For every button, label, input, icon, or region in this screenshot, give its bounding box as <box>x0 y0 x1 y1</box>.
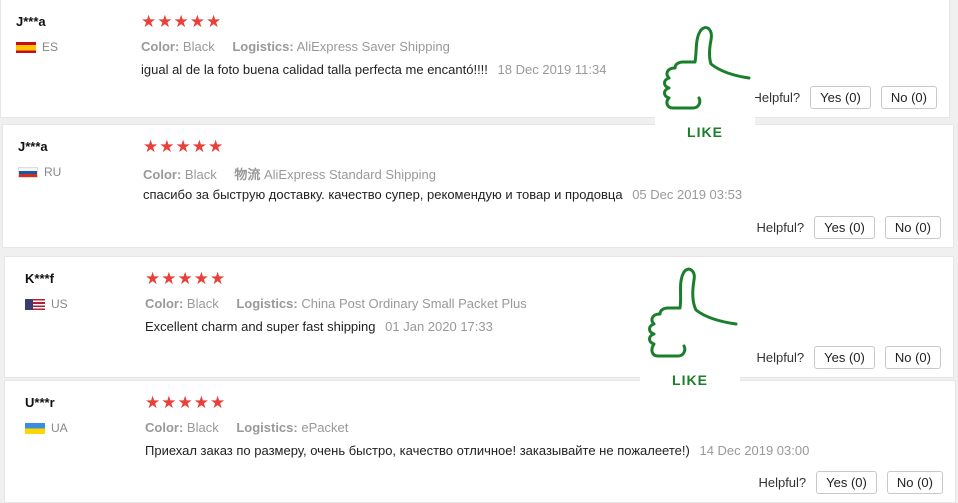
color-value: Black <box>186 296 219 311</box>
country-code: US <box>51 297 68 311</box>
star-rating: ★★★★★ <box>141 12 223 31</box>
helpful-vote: Helpful? Yes (0) No (0) <box>756 346 941 369</box>
review-text-row: спасибо за быструю доставку. качество су… <box>143 187 742 202</box>
logistics-value: AliExpress Saver Shipping <box>296 39 450 54</box>
logistics-value: AliExpress Standard Shipping <box>263 167 436 182</box>
helpful-label: Helpful? <box>756 350 805 365</box>
review-card: J***a RU ★★★★★ Color: Black 物流 AliExpres… <box>2 124 954 248</box>
like-sticker: LIKE <box>640 264 740 404</box>
country-code: ES <box>42 40 59 54</box>
color-label: Color: <box>143 167 182 182</box>
like-label: LIKE <box>655 120 755 144</box>
helpful-vote: Helpful? Yes (0) No (0) <box>756 216 941 239</box>
reviewer-name: K***f <box>25 271 54 286</box>
review-meta: Color: Black Logistics: ePacket <box>145 420 348 435</box>
usa-flag-icon <box>25 298 45 310</box>
reviewer-country: RU <box>18 165 61 179</box>
logistics-label: Logistics: <box>232 39 294 54</box>
helpful-no-button[interactable]: No (0) <box>884 346 941 369</box>
helpful-no-button[interactable]: No (0) <box>884 216 941 239</box>
spain-flag-icon <box>16 41 36 53</box>
review-date: 05 Dec 2019 03:53 <box>632 187 743 202</box>
color-label: Color: <box>141 39 180 54</box>
helpful-no-button[interactable]: No (0) <box>880 86 937 109</box>
helpful-vote: Helpful? Yes (0) No (0) <box>758 471 943 494</box>
review-date: 18 Dec 2019 11:34 <box>497 62 607 77</box>
color-value: Black <box>182 39 215 54</box>
logistics-label: Logistics: <box>236 296 298 311</box>
helpful-label: Helpful? <box>756 220 805 235</box>
reviewer-country: ES <box>16 40 58 54</box>
like-sticker: LIKE <box>655 24 755 156</box>
review-text: Excellent charm and super fast shipping <box>145 319 376 334</box>
color-value: Black <box>184 167 217 182</box>
star-rating: ★★★★★ <box>145 269 227 288</box>
reviewer-name: J***a <box>18 139 48 154</box>
helpful-label: Helpful? <box>752 90 801 105</box>
country-code: UA <box>51 421 68 435</box>
helpful-yes-button[interactable]: Yes (0) <box>816 471 877 494</box>
reviewer-country: US <box>25 297 68 311</box>
helpful-no-button[interactable]: No (0) <box>886 471 943 494</box>
like-label: LIKE <box>640 368 740 392</box>
thumbs-up-icon <box>640 264 740 368</box>
review-date: 14 Dec 2019 03:00 <box>699 443 810 458</box>
reviewer-country: UA <box>25 421 68 435</box>
helpful-yes-button[interactable]: Yes (0) <box>814 216 875 239</box>
ukraine-flag-icon <box>25 422 45 434</box>
helpful-label: Helpful? <box>758 475 807 490</box>
review-text-row: igual al de la foto buena calidad talla … <box>141 62 606 77</box>
review-meta: Color: Black Logistics: AliExpress Saver… <box>141 39 450 54</box>
review-text-row: Приехал заказ по размеру, очень быстро, … <box>145 443 809 458</box>
helpful-vote: Helpful? Yes (0) No (0) <box>752 86 937 109</box>
color-label: Color: <box>145 420 184 435</box>
reviewer-name: J***a <box>16 14 46 29</box>
review-card: K***f US ★★★★★ Color: Black Logistics: C… <box>4 256 954 378</box>
review-text: Приехал заказ по размеру, очень быстро, … <box>145 443 690 458</box>
logistics-value: China Post Ordinary Small Packet Plus <box>301 296 527 311</box>
color-value: Black <box>186 420 219 435</box>
logistics-label: 物流 <box>234 167 261 182</box>
review-meta: Color: Black Logistics: China Post Ordin… <box>145 296 527 311</box>
review-text: спасибо за быструю доставку. качество су… <box>143 187 623 202</box>
review-card: U***r UA ★★★★★ Color: Black Logistics: e… <box>4 380 956 503</box>
star-rating: ★★★★★ <box>145 393 227 412</box>
review-text: igual al de la foto buena calidad talla … <box>141 62 488 77</box>
review-date: 01 Jan 2020 17:33 <box>385 319 493 334</box>
review-text-row: Excellent charm and super fast shipping … <box>145 319 493 334</box>
star-rating: ★★★★★ <box>143 137 225 156</box>
helpful-yes-button[interactable]: Yes (0) <box>810 86 871 109</box>
thumbs-up-icon <box>655 24 755 120</box>
color-label: Color: <box>145 296 184 311</box>
review-meta: Color: Black 物流 AliExpress Standard Ship… <box>143 164 436 183</box>
helpful-yes-button[interactable]: Yes (0) <box>814 346 875 369</box>
country-code: RU <box>44 165 62 179</box>
logistics-label: Logistics: <box>236 420 298 435</box>
russia-flag-icon <box>18 166 38 178</box>
logistics-value: ePacket <box>301 420 349 435</box>
reviewer-name: U***r <box>25 395 55 410</box>
review-card: J***a ES ★★★★★ Color: Black Logistics: A… <box>0 0 950 118</box>
